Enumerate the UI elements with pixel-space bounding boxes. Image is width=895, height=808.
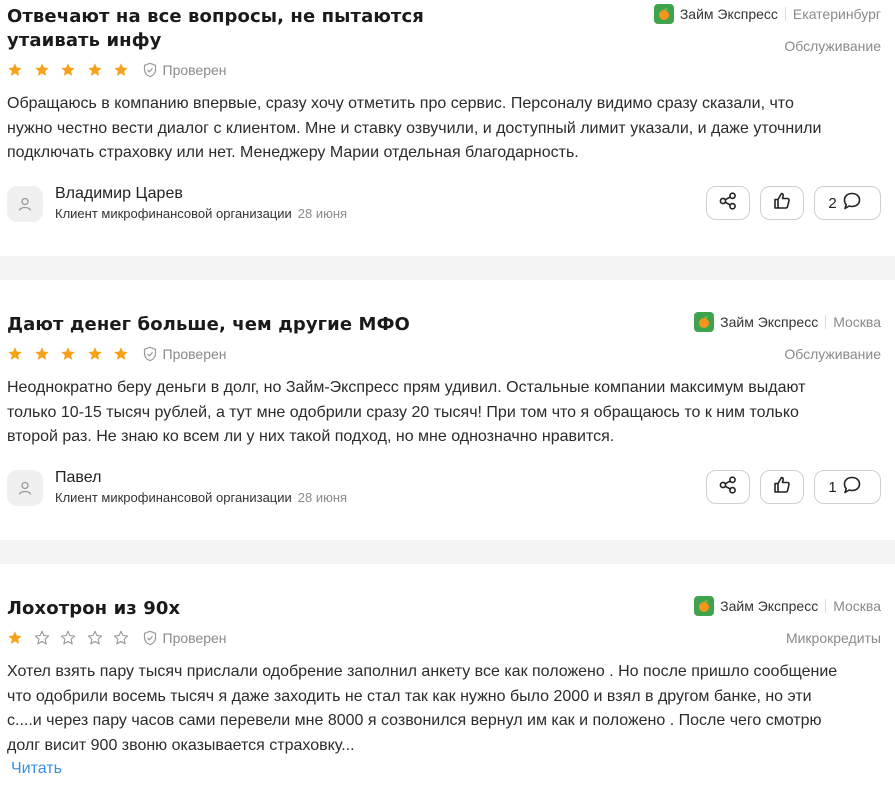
review-author: Владимир Царев Клиент микрофинансовой ор… <box>7 184 347 224</box>
company-info: Займ Экспресс Москва <box>694 312 881 332</box>
review-separator <box>0 540 895 564</box>
company-name-link[interactable]: Займ Экспресс <box>680 6 778 22</box>
comments-button[interactable]: 2 <box>814 186 881 220</box>
author-name: Владимир Царев <box>55 185 183 202</box>
star-empty-icon <box>60 630 76 645</box>
review-title[interactable]: Лохотрон из 90х <box>7 597 527 621</box>
company-info: Займ Экспресс Екатеринбург <box>653 4 881 24</box>
star-empty-icon <box>34 630 49 645</box>
review-text: Обращаюсь в компанию впервые, сразу хочу… <box>7 95 822 161</box>
user-icon <box>7 186 43 222</box>
verified-label: Проверен <box>162 62 227 78</box>
orange-icon <box>694 596 715 616</box>
star-filled-icon <box>114 63 128 76</box>
comment-icon <box>842 475 862 499</box>
verified-label: Проверен <box>162 346 227 362</box>
author-role: Клиент микрофинансовой организации <box>55 490 292 505</box>
comments-button[interactable]: 1 <box>814 470 881 504</box>
star-filled-icon <box>8 347 22 360</box>
star-filled-icon <box>8 63 22 76</box>
city-label: Москва <box>833 314 881 330</box>
author-role: Клиент микрофинансовой организации <box>55 206 292 221</box>
orange-icon <box>694 312 715 332</box>
review-text: Хотел взять пару тысяч прислали одобрени… <box>7 663 838 754</box>
verified-badge: Проверен <box>142 346 227 362</box>
rating-stars: Проверен <box>7 346 227 362</box>
category-label: Микрокредиты <box>785 630 881 646</box>
star-filled-icon <box>61 63 75 76</box>
category-label: Обслуживание <box>784 38 881 54</box>
city-label: Москва <box>833 598 881 614</box>
rating-stars: Проверен <box>7 62 227 78</box>
share-button[interactable] <box>706 470 750 504</box>
star-filled-icon <box>114 347 128 360</box>
author-name: Павел <box>55 469 102 486</box>
share-button[interactable] <box>706 186 750 220</box>
company-name-link[interactable]: Займ Экспресс <box>720 314 818 330</box>
company-info: Займ Экспресс Москва <box>694 596 881 616</box>
company-name-link[interactable]: Займ Экспресс <box>720 598 818 614</box>
shield-check-icon <box>143 346 156 362</box>
orange-icon <box>653 4 674 24</box>
comments-count: 2 <box>828 194 837 212</box>
read-more-link[interactable]: Читать <box>11 760 62 778</box>
review-card: Лохотрон из 90х Займ Экспресс Москва Мик… <box>0 564 895 808</box>
share-icon <box>718 191 738 215</box>
user-icon <box>7 470 43 506</box>
verified-label: Проверен <box>162 630 227 646</box>
star-empty-icon <box>113 630 129 645</box>
star-filled-icon <box>87 63 102 76</box>
thumbs-up-icon <box>772 475 792 499</box>
review-actions: 2 <box>696 186 881 220</box>
thumbs-up-icon <box>772 191 792 215</box>
review-date: 28 июня <box>297 490 348 505</box>
verified-badge: Проверен <box>142 62 227 78</box>
review-text: Неоднократно беру деньги в долг, но Займ… <box>7 379 806 445</box>
star-filled-icon <box>34 347 49 360</box>
review-author: Павел Клиент микрофинансовой организации… <box>7 468 347 508</box>
star-filled-icon <box>87 347 102 360</box>
review-actions: 1 <box>696 470 881 504</box>
review-card: Отвечают на все вопросы, не пытаются ута… <box>0 0 895 256</box>
comments-count: 1 <box>828 478 837 496</box>
shield-check-icon <box>143 62 156 78</box>
share-icon <box>718 475 738 499</box>
category-label: Обслуживание <box>784 346 881 362</box>
shield-check-icon <box>143 630 156 646</box>
review-title[interactable]: Отвечают на все вопросы, не пытаются ута… <box>7 5 527 53</box>
review-title[interactable]: Дают денег больше, чем другие МФО <box>7 313 527 337</box>
star-empty-icon <box>87 630 102 645</box>
star-filled-icon <box>61 347 75 360</box>
review-card: Дают денег больше, чем другие МФО Займ Э… <box>0 280 895 540</box>
star-filled-icon <box>8 631 22 644</box>
star-filled-icon <box>34 63 49 76</box>
comment-icon <box>842 191 862 215</box>
rating-stars: Проверен <box>7 630 227 646</box>
review-separator <box>0 256 895 280</box>
verified-badge: Проверен <box>142 630 227 646</box>
like-button[interactable] <box>760 186 804 220</box>
city-label: Екатеринбург <box>792 6 881 22</box>
like-button[interactable] <box>760 470 804 504</box>
review-date: 28 июня <box>297 206 348 221</box>
